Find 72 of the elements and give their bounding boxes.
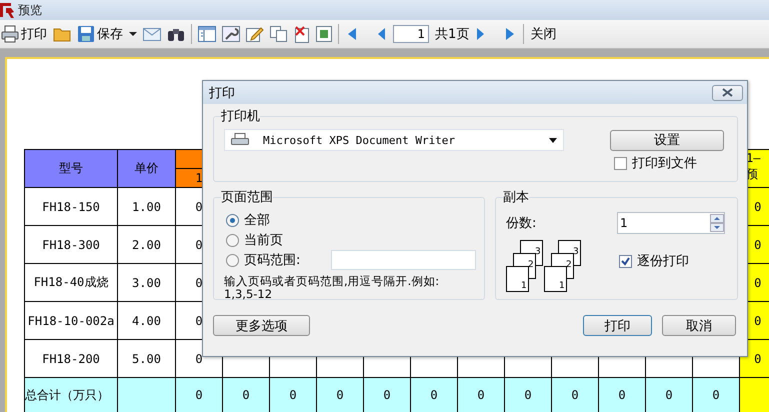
group-label: 打印机	[221, 108, 260, 125]
checkbox-label: 逐份打印	[637, 253, 689, 270]
total-cell: 0	[364, 378, 410, 412]
copy-icon[interactable]	[270, 24, 288, 44]
close-button[interactable]	[712, 84, 743, 100]
total-cell: 0	[458, 378, 504, 412]
page-number-field[interactable]: 1	[393, 25, 429, 43]
layout-icon[interactable]	[198, 24, 216, 44]
more-options-button[interactable]: 更多选项	[213, 315, 310, 336]
column-header: 型号	[24, 150, 118, 188]
copies-field[interactable]: 1	[617, 212, 725, 234]
dialog-title: 打印	[209, 84, 235, 102]
folder-icon[interactable]	[53, 26, 71, 42]
radio-label: 页码范围:	[244, 252, 302, 269]
price-cell: 4.00	[118, 302, 176, 340]
page-count: 共1页	[435, 26, 470, 43]
cancel-button[interactable]: 取消	[662, 315, 736, 336]
close-button[interactable]: 关闭	[530, 23, 556, 45]
page-number: 3	[573, 247, 579, 257]
total-cell: 0	[316, 378, 364, 412]
total-cell: 0	[692, 378, 740, 412]
hint-text: 1,3,5-12	[224, 288, 274, 301]
spin-arrows-icon[interactable]	[710, 214, 724, 232]
caret-icon[interactable]	[129, 31, 137, 37]
image-icon[interactable]	[316, 24, 332, 44]
page-number: 3	[535, 247, 541, 257]
radio-label: 当前页	[244, 232, 283, 249]
total-cell: 0	[222, 378, 270, 412]
total-cell: 0	[270, 378, 316, 412]
model-cell: FH18-40成烧	[24, 264, 118, 302]
model-cell: FH18-200	[24, 340, 118, 378]
radio-button[interactable]	[226, 234, 239, 246]
dropdown-arrow-icon	[549, 138, 557, 142]
total-cell: 0	[598, 378, 646, 412]
save-button[interactable]: 保存	[77, 23, 123, 45]
checkbox-label: 打印到文件	[632, 155, 697, 172]
total-cell: 0	[504, 378, 552, 412]
group-label: 副本	[503, 189, 529, 206]
page-number: 1	[559, 281, 565, 291]
wrench-icon[interactable]	[222, 24, 240, 44]
window-title: 预览	[18, 2, 42, 18]
printer-dropdown[interactable]: Microsoft XPS Document Writer	[224, 129, 564, 151]
radio-button[interactable]	[226, 254, 239, 266]
close-icon	[722, 88, 733, 97]
price-cell: 1.00	[118, 188, 176, 226]
copies-label: 份数:	[506, 215, 536, 232]
delete-page-icon[interactable]	[294, 24, 310, 44]
printer-icon	[231, 133, 249, 147]
setup-button[interactable]: 设置	[610, 130, 724, 150]
app-logo-icon	[0, 2, 14, 18]
radio-label: 全部	[244, 212, 270, 229]
hint-text: 输入页码或者页码范围,用逗号隔开.例如:	[224, 275, 440, 288]
model-cell: FH18-150	[24, 188, 118, 226]
page-number: 1	[521, 281, 527, 291]
total-cell: 0	[410, 378, 458, 412]
print-button[interactable]: 打印	[1, 23, 47, 45]
page-range-field[interactable]	[331, 250, 476, 270]
group-label: 页面范围	[221, 189, 273, 206]
model-cell: FH18-300	[24, 226, 118, 264]
model-cell: FH18-10-002a	[24, 302, 118, 340]
print-button[interactable]: 打印	[583, 315, 652, 336]
price-cell: 3.00	[118, 264, 176, 302]
print-to-file-checkbox[interactable]	[614, 156, 627, 170]
price-cell: 5.00	[118, 340, 176, 378]
column-header: 单价	[118, 150, 176, 188]
total-cell: 0	[176, 378, 222, 412]
total-cell: 0	[646, 378, 692, 412]
price-cell: 2.00	[118, 226, 176, 264]
total-cell: 0	[552, 378, 598, 412]
collate-checkbox[interactable]	[619, 254, 632, 268]
printer-icon	[1, 25, 19, 43]
radio-button[interactable]	[226, 214, 239, 226]
